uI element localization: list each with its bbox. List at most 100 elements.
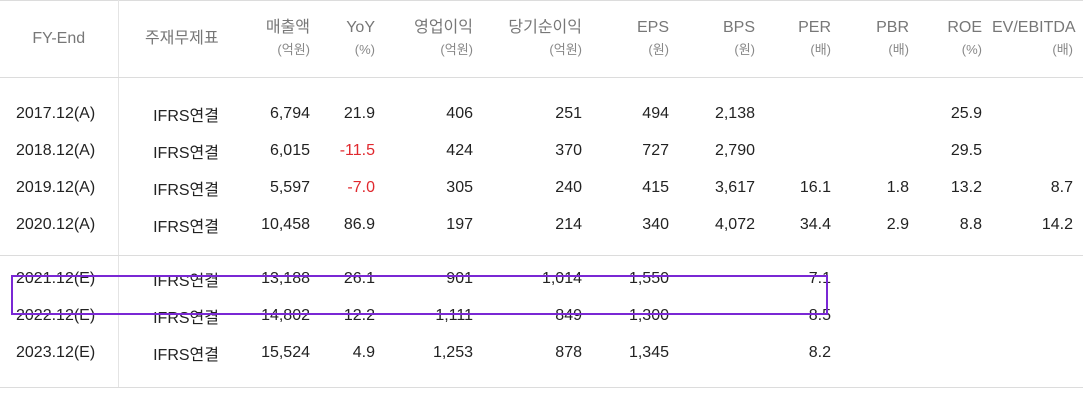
column-header-per: PER (배) <box>765 0 841 78</box>
net-income-cell: 251 <box>555 104 582 122</box>
statement-type-cell: IFRS연결 <box>153 144 219 162</box>
yoy-cell: 26.1 <box>343 269 375 287</box>
sales-cell: 14,802 <box>261 306 310 324</box>
ev-ebitda-cell: 8.7 <box>1050 178 1073 196</box>
roe-cell: 8.8 <box>959 215 982 233</box>
sales-cell: 6,015 <box>269 141 310 159</box>
statement-type-cell: IFRS연결 <box>153 272 219 290</box>
ev-ebitda-cell <box>992 132 1083 169</box>
financial-summary-table: FY-End 주재무제표 매출액 (억원) YoY (%) 영업이익 (억원) 당기순… <box>0 0 1083 388</box>
table-row: 2020.12(A) IFRS연결 10,458 86.9 197 214 34… <box>0 206 1083 243</box>
eps-cell: 340 <box>642 215 669 233</box>
ev-ebitda-cell: 14.2 <box>1041 215 1073 233</box>
net-income-cell: 370 <box>555 141 582 159</box>
table-row: 2019.12(A) IFRS연결 5,597 -7.0 305 240 415… <box>0 169 1083 206</box>
statement-type-cell: IFRS연결 <box>153 181 219 199</box>
eps-cell: 727 <box>642 141 669 159</box>
pbr-cell: 2.9 <box>886 215 909 233</box>
fy-end-cell: 2022.12(E) <box>0 297 119 334</box>
pbr-cell <box>841 297 919 334</box>
pbr-cell <box>841 132 919 169</box>
per-cell: 16.1 <box>799 178 831 196</box>
fy-end-cell: 2023.12(E) <box>0 334 119 371</box>
statement-type-cell: IFRS연결 <box>153 218 219 236</box>
eps-cell: 415 <box>642 178 669 196</box>
pbr-cell <box>841 260 919 297</box>
bps-cell <box>679 260 765 297</box>
bps-cell: 2,138 <box>714 104 755 122</box>
operating-income-cell: 1,111 <box>435 306 473 324</box>
sales-cell: 15,524 <box>261 343 310 361</box>
eps-cell: 1,300 <box>628 306 669 324</box>
yoy-cell: 86.9 <box>343 215 375 233</box>
fy-end-cell: 2018.12(A) <box>0 132 119 169</box>
operating-income-cell: 305 <box>446 178 473 196</box>
yoy-cell: 21.9 <box>343 104 375 122</box>
fy-end-cell: 2021.12(E) <box>0 260 119 297</box>
column-header-yoy: YoY (%) <box>320 0 385 78</box>
column-header-pbr: PBR (배) <box>841 0 919 78</box>
sales-cell: 13,188 <box>261 269 310 287</box>
table-row: 2018.12(A) IFRS연결 6,015 -11.5 424 370 72… <box>0 132 1083 169</box>
bps-cell <box>679 297 765 334</box>
ev-ebitda-cell <box>992 95 1083 132</box>
estimate-rows-group: 2021.12(E) IFRS연결 13,188 26.1 901 1,014 … <box>0 255 1083 388</box>
ev-ebitda-cell <box>992 297 1083 334</box>
bps-cell: 2,790 <box>714 141 755 159</box>
bps-cell: 4,072 <box>714 215 755 233</box>
eps-cell: 494 <box>642 104 669 122</box>
roe-cell <box>919 334 992 371</box>
table-row: 2017.12(A) IFRS연결 6,794 21.9 406 251 494… <box>0 95 1083 132</box>
yoy-cell-negative: -7.0 <box>347 178 375 196</box>
eps-cell: 1,550 <box>628 269 669 287</box>
roe-cell <box>919 260 992 297</box>
column-header-roe: ROE (%) <box>919 0 992 78</box>
column-header-ev-ebitda: EV/EBITDA (배) <box>992 0 1083 78</box>
net-income-cell: 214 <box>555 215 582 233</box>
table-row: 2023.12(E) IFRS연결 15,524 4.9 1,253 878 1… <box>0 334 1083 371</box>
column-header-operating-income: 영업이익 (억원) <box>385 0 483 78</box>
per-cell <box>765 132 841 169</box>
per-cell <box>765 95 841 132</box>
column-header-eps: EPS (원) <box>592 0 679 78</box>
sales-cell: 6,794 <box>269 104 310 122</box>
roe-cell: 13.2 <box>950 178 982 196</box>
net-income-cell: 849 <box>555 306 582 324</box>
fy-end-cell: 2020.12(A) <box>0 206 119 243</box>
table-row-highlighted: 2021.12(E) IFRS연결 13,188 26.1 901 1,014 … <box>0 260 1083 297</box>
fy-end-cell: 2019.12(A) <box>0 169 119 206</box>
operating-income-cell: 197 <box>446 215 473 233</box>
pbr-cell: 1.8 <box>886 178 909 196</box>
operating-income-cell: 901 <box>446 269 473 287</box>
column-header-bps: BPS (원) <box>679 0 765 78</box>
sales-cell: 10,458 <box>261 215 310 233</box>
net-income-cell: 1,014 <box>541 269 582 287</box>
statement-type-cell: IFRS연결 <box>153 346 219 364</box>
bps-cell: 3,617 <box>714 178 755 196</box>
pbr-cell <box>841 95 919 132</box>
ev-ebitda-cell <box>992 334 1083 371</box>
per-cell: 7.1 <box>808 269 831 287</box>
per-cell: 8.5 <box>808 306 831 324</box>
operating-income-cell: 424 <box>446 141 473 159</box>
column-header-sales: 매출액 (억원) <box>245 0 320 78</box>
yoy-cell: 4.9 <box>352 343 375 361</box>
table-header-row: FY-End 주재무제표 매출액 (억원) YoY (%) 영업이익 (억원) 당기순… <box>0 0 1083 78</box>
bps-cell <box>679 334 765 371</box>
statement-type-cell: IFRS연결 <box>153 107 219 125</box>
column-header-statement: 주재무제표 <box>118 0 245 78</box>
fy-end-cell: 2017.12(A) <box>0 95 119 132</box>
table-row: 2022.12(E) IFRS연결 14,802 12.2 1,111 849 … <box>0 297 1083 334</box>
per-cell: 34.4 <box>799 215 831 233</box>
roe-cell: 25.9 <box>950 104 982 122</box>
ev-ebitda-cell <box>992 260 1083 297</box>
roe-cell: 29.5 <box>950 141 982 159</box>
column-header-fy-end: FY-End <box>0 0 119 78</box>
yoy-cell-negative: -11.5 <box>339 141 375 159</box>
operating-income-cell: 1,253 <box>432 343 473 361</box>
pbr-cell <box>841 334 919 371</box>
per-cell: 8.2 <box>808 343 831 361</box>
eps-cell: 1,345 <box>628 343 669 361</box>
operating-income-cell: 406 <box>446 104 473 122</box>
sales-cell: 5,597 <box>269 178 310 196</box>
